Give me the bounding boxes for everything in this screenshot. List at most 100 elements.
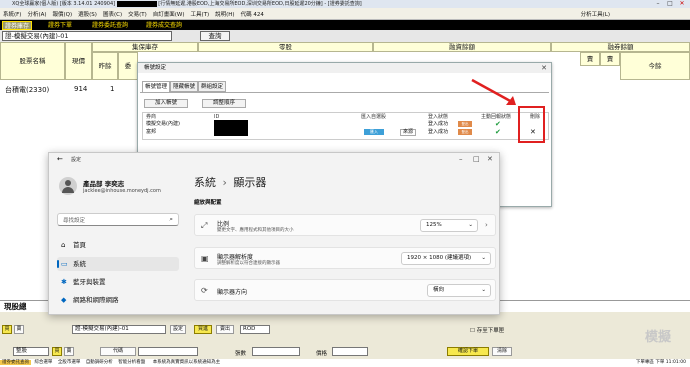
avatar [59,177,77,195]
menu-item[interactable]: 交易(T) [128,10,147,18]
add-account-button[interactable]: 加入帳號 [144,99,188,108]
account-select[interactable]: 證-模擬交易(內建)-01 [2,31,172,41]
scale-card[interactable]: ⤢ 比例 變更文字、應用程式和其他項目的大小 125% ⌄ › [194,214,496,236]
logout-button[interactable]: 登出 [458,129,472,135]
tab-order-query[interactable]: 證券委託查詢 [90,21,130,30]
status-tab[interactable]: 綜合選單 [32,360,54,365]
status-notice: 本系統為真實資訊以系統通知為主 [152,360,221,365]
order-bar-1: 買 賣 證-模擬交易(內建)-01 設定 買進 賣出 ROD ☐ 存至下單匣 [0,323,690,336]
menu-item[interactable]: 選股(S) [78,10,97,18]
cell-qty: 1 [110,85,115,93]
import-button[interactable]: 匯入 [364,129,384,135]
submit-order-button[interactable]: 確認下單 [447,347,489,356]
chevron-down-icon: ⌄ [468,222,473,228]
tab-hidden-accounts[interactable]: 隱藏帳號 [170,81,199,92]
function-tab-strip: 證券庫存 證券下單 證券委託查詢 證券成交查詢 [0,20,690,30]
code-button[interactable]: 代碼 [100,347,136,356]
tab-holdings[interactable]: 證券庫存 [2,21,33,30]
nav-system[interactable]: ▭ 系統 [57,257,179,271]
menu-item[interactable]: 報價(Q) [53,10,73,18]
buy-button[interactable]: 買進 [194,325,212,334]
close-icon[interactable]: ✕ [487,155,493,163]
menu-item[interactable]: 圖表(C) [103,10,122,18]
col-today-balance: 今餘 [620,52,690,80]
logout-button[interactable]: 登出 [458,121,472,127]
sell-button[interactable]: 賣出 [216,325,234,334]
search-input[interactable]: 尋找設定 ⌕ [57,213,179,226]
row-login-status: 登入成功 [428,121,449,127]
breadcrumb-parent[interactable]: 系統 [194,176,216,189]
reorder-button[interactable]: 調整順序 [202,99,246,108]
col-stock-name: 股票名稱 [0,42,65,80]
nav-bluetooth[interactable]: ✱ 藍牙與裝置 [57,275,179,289]
query-button[interactable]: 查詢 [200,31,230,41]
minimize-icon[interactable]: – [459,155,463,163]
maximize-icon[interactable]: □ [473,155,480,163]
search-icon: ⌕ [169,215,173,223]
nav-network[interactable]: ◆ 網路和網際網路 [57,293,179,307]
dialog-title: 帳號設定 [138,63,551,73]
qty-input[interactable] [252,347,300,356]
orientation-icon: ⟳ [201,286,208,295]
orientation-card[interactable]: ⟳ 顯示器方向 橫向 ⌄ [194,279,496,301]
settings-button[interactable]: 設定 [170,325,186,334]
nav-label: 首頁 [73,241,86,249]
menu-item[interactable]: 說明(H) [215,10,234,18]
status-right: 下單專區 下單 11:01:00 [635,360,686,365]
menu-item[interactable]: 工具(T) [190,10,209,18]
section-title: 縮放與配置 [194,200,222,206]
close-icon[interactable]: ✕ [676,0,688,8]
minimize-icon[interactable]: – [652,0,664,8]
group-short-balance: 融券餘額 [551,42,690,52]
cell-price: 914 [74,85,88,93]
menu-item[interactable]: 分析(A) [27,10,46,18]
col-order: 委 [118,52,138,80]
scale-dropdown[interactable]: 125% ⌄ [420,219,478,232]
flag-buy-2[interactable]: 買 [52,347,62,356]
tab-place-order[interactable]: 證券下單 [46,21,74,30]
tab-account-management[interactable]: 帳號管理 [142,81,171,92]
dropdown-value: 125% [426,222,442,228]
header-login: 登入狀態 [428,114,449,120]
status-tab[interactable]: 智能分析看盤 [116,360,147,365]
flag-sell-2[interactable]: 賣 [64,347,74,356]
home-icon: ⌂ [61,241,66,249]
tab-trade-query[interactable]: 證券成交查詢 [144,21,184,30]
clear-button[interactable]: 清除 [492,347,512,356]
code-label[interactable]: 代碼 424 [241,10,264,18]
maximize-icon[interactable]: □ [664,0,676,8]
flag-buy[interactable]: 買 [2,325,12,334]
orientation-dropdown[interactable]: 橫向 ⌄ [427,284,491,297]
code-input[interactable] [138,347,198,356]
resolution-dropdown[interactable]: 1920 × 1080 (建議選項) ⌄ [401,252,491,265]
status-tab[interactable]: 全股市選單 [56,360,83,365]
red-arrow-annotation [471,78,516,105]
price-input[interactable] [332,347,368,356]
tab-group-settings[interactable]: 群組設定 [198,81,227,92]
search-placeholder: 尋找設定 [63,218,86,224]
resolution-icon: ▣ [201,254,209,263]
order-account-select[interactable]: 證-模擬交易(內建)-01 [72,325,166,334]
resolution-card[interactable]: ▣ 顯示器解析度 調整解析度以符合連接的顯示器 1920 × 1080 (建議選… [194,247,496,269]
menu-item[interactable]: 系統(F) [3,10,21,18]
cell-stock-name[interactable]: 台積電(2330) [5,85,49,95]
flag-sell[interactable]: 賣 [14,325,24,334]
status-tab[interactable]: 自動調研分析 [84,360,115,365]
analysis-tools-menu[interactable]: 分析工具(L) [581,10,610,18]
source-button[interactable]: 來源 [400,129,417,136]
check-icon: ✔ [495,120,501,128]
system-icon: ▭ [61,260,68,268]
col-sell: 賣 [580,52,600,66]
status-tab[interactable]: 證券委託查詢 [0,360,31,365]
nav-home[interactable]: ⌂ 首頁 [57,238,179,252]
back-icon[interactable]: ← [57,155,63,163]
close-icon[interactable]: ✕ [541,64,547,72]
store-to-queue-checkbox[interactable]: ☐ 存至下單匣 [470,326,504,334]
header-broker: 券商 [146,114,157,120]
check-icon: ✔ [495,128,501,136]
trade-type-select[interactable]: 整股 [13,347,49,356]
rod-select[interactable]: ROD [240,325,270,334]
menu-item[interactable]: 自訂畫面(W) [153,10,185,18]
chevron-down-icon: ⌄ [481,287,486,293]
nav-label: 網路和網際網路 [73,296,119,304]
